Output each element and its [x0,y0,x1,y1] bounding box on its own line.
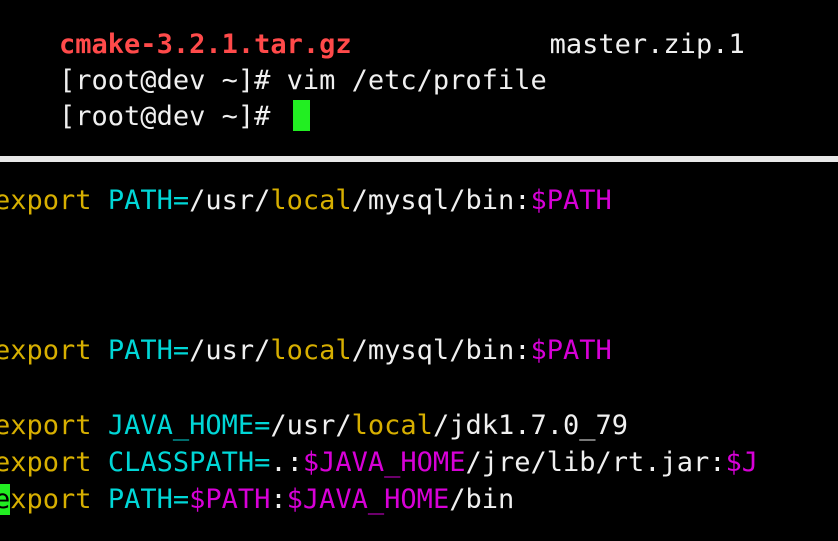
token-default [92,410,108,441]
token-expansion: $JAVA_HOME [302,447,466,478]
shell-terminal-pane[interactable]: cmake-3.2.1.tar.gz master.zip.1 [root@dev… [0,0,838,153]
token-default: .: [270,447,303,478]
file-listing-line: cmake-3.2.1.tar.gz master.zip.1 [0,0,745,60]
token-keyword: export [0,335,92,366]
token-keyword: export [0,185,92,216]
token-expansion: $JAVA_HOME [286,484,450,515]
profile-line: export PATH=$PATH:$JAVA_HOME/bin [0,482,514,518]
token-expansion: $J [725,447,759,478]
token-local: local [270,335,352,366]
token-expansion: $PATH [530,185,612,216]
profile-line: export JAVA_HOME=/usr/local/jdk1.7.0_79 [0,408,628,444]
token-keyword: export [0,447,92,478]
active-prompt-line[interactable]: [root@dev ~]# [0,63,310,132]
token-variable: PATH= [107,185,190,216]
token-default: /usr/ [189,185,271,216]
token-default [92,185,108,216]
token-default [92,335,108,366]
token-default: /mysql/bin: [351,185,531,216]
token-default: /usr/ [189,335,271,366]
token-local: local [270,185,352,216]
vim-editor-pane[interactable]: export PATH=/usr/local/mysql/bin:$PATH e… [0,162,838,541]
token-variable: JAVA_HOME= [107,410,271,441]
token-default: /bin [449,484,515,515]
shell-prompt: [root@dev ~]# [59,101,287,132]
token-expansion: $PATH [189,484,271,515]
token-keyword: xport [10,484,92,515]
token-variable: PATH= [107,335,190,366]
editor-cursor[interactable]: e [0,484,11,515]
typed-command: vim /etc/profile [286,65,547,96]
token-default: /jdk1.7.0_79 [432,410,629,441]
token-default: : [270,484,287,515]
token-local: local [351,410,433,441]
token-default: /mysql/bin: [351,335,531,366]
command-history-line: [root@dev ~]# vim /etc/profile [0,27,547,96]
token-keyword: export [0,410,92,441]
token-variable: PATH= [107,484,190,515]
profile-line: export PATH=/usr/local/mysql/bin:$PATH [0,183,612,219]
profile-line: export CLASSPATH=.:$JAVA_HOME/jre/lib/rt… [0,445,758,481]
file-master-zip: master.zip.1 [549,29,745,60]
terminal-cursor[interactable] [292,100,310,131]
token-default [92,484,108,515]
token-default: /jre/lib/rt.jar: [465,447,726,478]
profile-line: export PATH=/usr/local/mysql/bin:$PATH [0,333,612,369]
token-expansion: $PATH [530,335,612,366]
token-default: /usr/ [270,410,352,441]
token-variable: CLASSPATH= [107,447,271,478]
token-default [92,447,108,478]
